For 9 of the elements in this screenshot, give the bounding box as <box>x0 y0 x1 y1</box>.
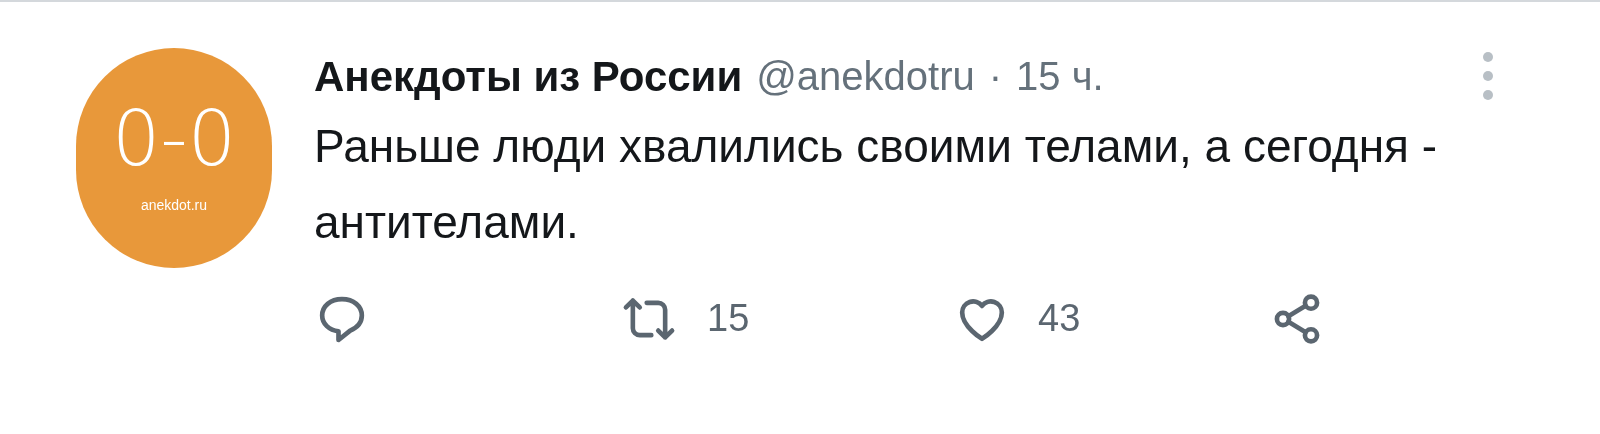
avatar-subtitle: anekdot.ru <box>140 195 208 215</box>
author-name[interactable]: Анекдоты из России <box>314 44 743 108</box>
author-handle[interactable]: @anekdotru <box>756 46 975 106</box>
post-time[interactable]: 15 ч. <box>1016 46 1104 106</box>
post-text: Раньше люди хвалились своими телами, а сегодня - антителами. <box>314 119 1439 250</box>
action-count: 15 <box>707 296 750 341</box>
action-count: 43 <box>1038 296 1081 341</box>
avatar-title: 0-0 <box>111 100 237 177</box>
separator: · <box>988 53 1003 100</box>
